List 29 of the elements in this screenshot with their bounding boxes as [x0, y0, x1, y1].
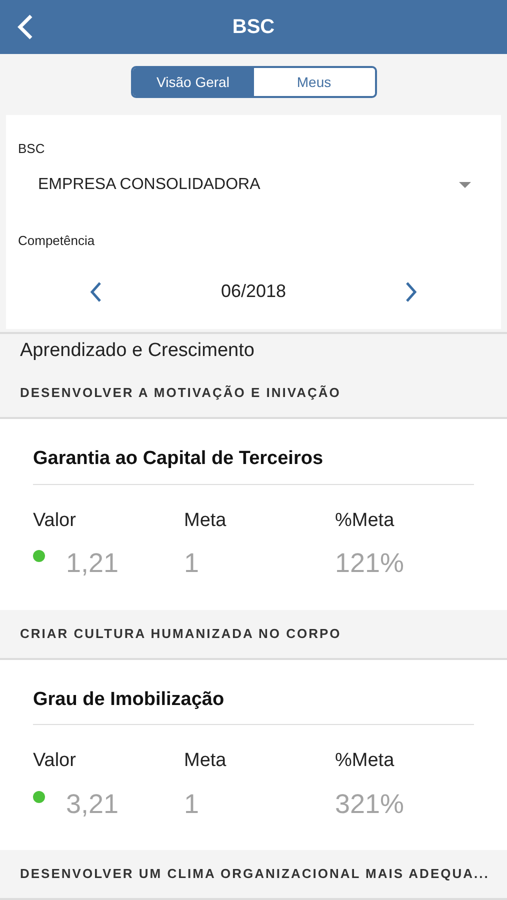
field-label: BSC [18, 140, 46, 158]
indicator-title: Grau de Imobilização [33, 686, 474, 725]
bsc-dropdown[interactable]: EMPRESA CONSOLIDADORA [18, 172, 489, 196]
objective-header: DESENVOLVER UM CLIMA ORGANIZACIONAL MAIS ADEQUA... [0, 850, 507, 900]
indicator-card[interactable]: Garantia ao Capital de Terceiros Valor Meta %Meta 1,21 1 121% [0, 419, 507, 610]
field-label: Competência [18, 232, 96, 250]
period-value: 06/2018 [220, 280, 286, 303]
screen-title: BSC [232, 15, 275, 40]
goal-percentage: 321% [335, 788, 406, 820]
indicator-value: 1,21 [66, 547, 119, 580]
goal-value: 1 [184, 788, 200, 820]
column-label: %Meta [335, 508, 396, 532]
segment-tab[interactable]: Visão Geral [132, 68, 254, 96]
goal-percentage: 121% [335, 547, 406, 580]
column-label: Meta [184, 749, 228, 773]
indicator-card[interactable]: Grau de Imobilização Valor Meta %Meta 3,21 1 321% [0, 660, 507, 850]
segment-tab[interactable]: Meus [254, 68, 374, 96]
chevron-right-icon [404, 280, 418, 302]
column-label: %Meta [335, 749, 396, 773]
column-label: Valor [33, 749, 77, 773]
chevron-left-icon [89, 280, 103, 302]
indicator-value: 3,21 [66, 788, 119, 820]
indicator-title: Garantia ao Capital de Terceiros [33, 445, 474, 484]
back-chevron-icon [16, 13, 34, 41]
column-label: Meta [184, 508, 228, 532]
goal-value: 1 [184, 547, 200, 580]
perspective-title: Aprendizado e Crescimento [20, 339, 254, 364]
dropdown-caret-icon [459, 182, 471, 188]
column-label: Valor [33, 508, 77, 532]
